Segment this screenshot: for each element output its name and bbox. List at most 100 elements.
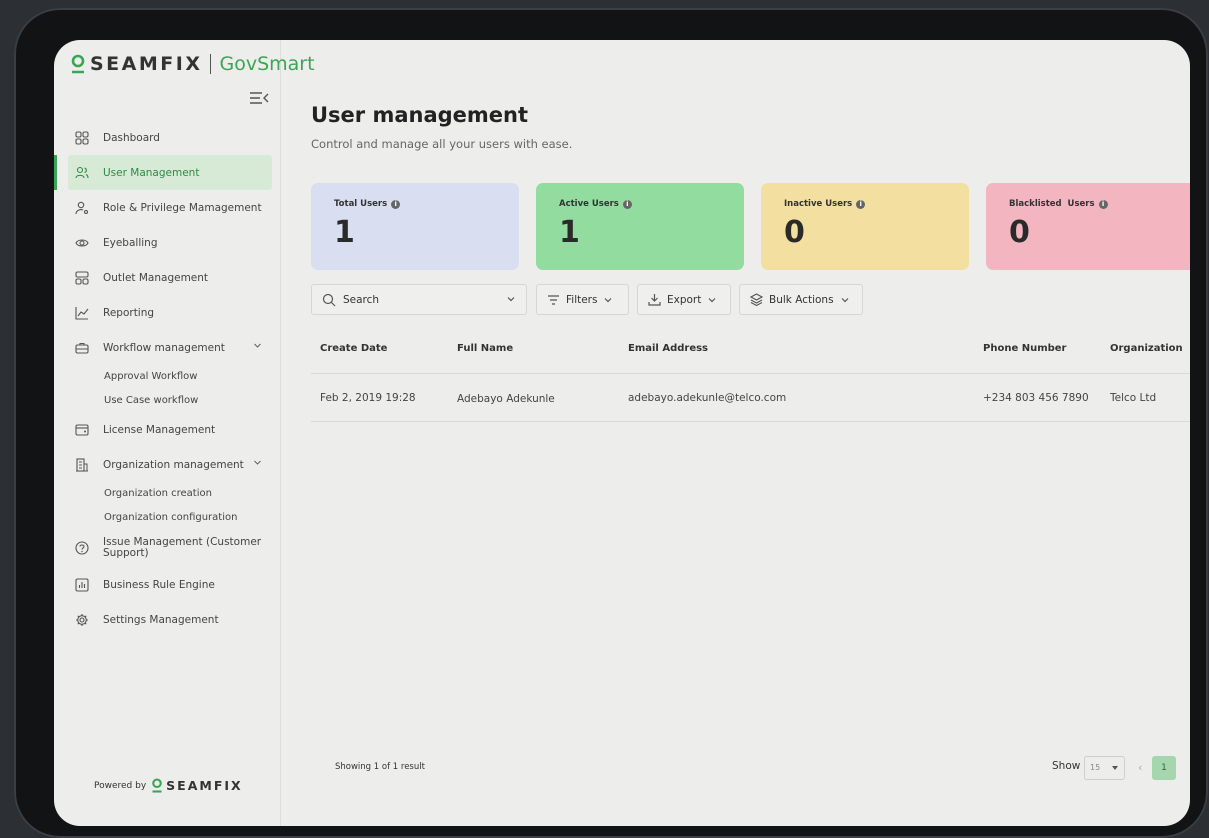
sidebar-subitem-organization-configuration[interactable]: Organization configuration xyxy=(56,506,280,530)
cell-email: adebayo.adekunle@telco.com xyxy=(628,392,787,404)
bulk-actions-button[interactable]: Bulk Actions xyxy=(739,284,863,315)
export-label: Export xyxy=(667,293,702,306)
sidebar-item-label: Role & Privilege Mamagement xyxy=(103,201,262,214)
sidebar-subitem-organization-creation[interactable]: Organization creation xyxy=(56,482,280,506)
sidebar-item-label: Settings Management xyxy=(103,613,219,626)
caret-down-icon xyxy=(1112,766,1118,770)
search-placeholder: Search xyxy=(343,293,380,306)
user-key-icon xyxy=(74,200,90,216)
column-header-phone[interactable]: Phone Number xyxy=(983,343,1066,354)
cell-create-date: Feb 2, 2019 19:28 xyxy=(320,392,416,404)
filter-icon xyxy=(548,294,559,305)
sidebar-item-role-privilege[interactable]: Role & Privilege Mamagement xyxy=(56,190,272,225)
table-row[interactable]: Feb 2, 2019 19:28 Adebayo Adekunle adeba… xyxy=(311,374,1190,422)
chart-line-icon xyxy=(74,305,90,321)
sidebar-item-label: Organization management xyxy=(103,458,244,471)
sidebar-item-organization-management[interactable]: Organization management xyxy=(56,447,272,482)
cell-phone: +234 803 456 7890 xyxy=(983,392,1089,404)
results-summary: Showing 1 of 1 result xyxy=(335,762,425,772)
search-icon xyxy=(322,293,336,306)
chevron-down-icon[interactable] xyxy=(253,458,262,467)
stat-card-total-users: Total Users i 1 xyxy=(311,183,519,270)
brand-logo: SEAMFIX GovSmart xyxy=(70,50,315,78)
export-button[interactable]: Export xyxy=(637,284,731,315)
page-subtitle: Control and manage all your users with e… xyxy=(311,137,573,151)
prev-page-button[interactable]: ‹ xyxy=(1138,761,1142,774)
column-header-organization[interactable]: Organization xyxy=(1110,343,1183,354)
grid-icon xyxy=(74,130,90,146)
sidebar-item-reporting[interactable]: Reporting xyxy=(56,295,272,330)
sidebar-item-eyeballing[interactable]: Eyeballing xyxy=(56,225,272,260)
filters-label: Filters xyxy=(566,293,598,306)
gear-icon xyxy=(74,612,90,628)
sidebar-item-settings-management[interactable]: Settings Management xyxy=(56,602,272,637)
sidebar-item-workflow-management[interactable]: Workflow management xyxy=(56,330,272,365)
powered-by: Powered by SEAMFIX xyxy=(94,778,243,793)
stat-label: Total Users xyxy=(334,199,388,209)
layers-icon xyxy=(750,293,763,306)
page-title: User management xyxy=(311,103,529,127)
stat-label: Blacklisted Users xyxy=(1009,199,1095,209)
info-icon[interactable]: i xyxy=(391,199,401,209)
sidebar-item-outlet-management[interactable]: Outlet Management xyxy=(56,260,272,295)
sidebar-item-label: Business Rule Engine xyxy=(103,578,215,591)
filters-button[interactable]: Filters xyxy=(536,284,629,315)
app-screen: SEAMFIX GovSmart Dashboard User Manageme… xyxy=(54,40,1190,826)
sidebar-nav: Dashboard User Management Role & Privile… xyxy=(54,120,280,637)
sidebar-item-label: Outlet Management xyxy=(103,271,209,284)
column-header-email[interactable]: Email Address xyxy=(628,343,708,354)
collapse-sidebar-icon[interactable] xyxy=(249,90,269,106)
chevron-down-icon xyxy=(708,297,716,302)
outlet-icon xyxy=(74,270,90,286)
cell-full-name: Adebayo Adekunle xyxy=(457,393,555,405)
sidebar-item-label: Dashboard xyxy=(103,131,160,144)
info-icon[interactable]: i xyxy=(856,199,866,209)
stat-value: 0 xyxy=(1009,215,1030,250)
briefcase-icon xyxy=(74,340,90,356)
column-header-create-date[interactable]: Create Date xyxy=(320,343,387,354)
chevron-down-icon[interactable] xyxy=(506,294,516,304)
main-content: User management Control and manage all y… xyxy=(281,40,1190,826)
sidebar: SEAMFIX GovSmart Dashboard User Manageme… xyxy=(54,40,315,826)
sidebar-item-license-management[interactable]: License Management xyxy=(56,412,272,447)
powered-by-brand: SEAMFIX xyxy=(166,778,243,793)
sidebar-item-business-rule-engine[interactable]: Business Rule Engine xyxy=(56,567,272,602)
sidebar-item-issue-management[interactable]: Issue Management (Customer Support) xyxy=(56,529,272,567)
sidebar-subitem-use-case-workflow[interactable]: Use Case workflow xyxy=(56,389,280,413)
stat-card-active-users: Active Users i 1 xyxy=(536,183,744,270)
stat-value: 1 xyxy=(559,215,580,250)
brand-divider xyxy=(210,54,212,74)
sidebar-item-label: License Management xyxy=(103,423,216,436)
stat-label: Inactive Users xyxy=(784,199,853,209)
stat-value: 1 xyxy=(334,215,355,250)
chevron-down-icon xyxy=(841,297,848,302)
stat-label: Active Users xyxy=(559,199,619,209)
sidebar-item-user-management[interactable]: User Management xyxy=(54,155,272,190)
stat-card-inactive-users: Inactive Users i 0 xyxy=(761,183,969,270)
column-header-full-name[interactable]: Full Name xyxy=(457,343,513,354)
info-icon[interactable]: i xyxy=(622,199,632,209)
sidebar-item-label: Workflow management xyxy=(103,341,225,354)
license-icon xyxy=(74,422,90,438)
chevron-down-icon xyxy=(605,297,612,302)
info-icon[interactable]: i xyxy=(1098,199,1108,209)
chevron-down-icon[interactable] xyxy=(253,341,262,350)
tablet-frame: SEAMFIX GovSmart Dashboard User Manageme… xyxy=(14,8,1208,838)
powered-by-label: Powered by xyxy=(94,780,147,791)
users-table: Create Date Full Name Email Address Phon… xyxy=(311,328,1190,422)
page-size-value: 15 xyxy=(1090,763,1101,772)
sidebar-item-dashboard[interactable]: Dashboard xyxy=(56,120,272,155)
location-pin-icon xyxy=(71,54,85,74)
cell-organization: Telco Ltd xyxy=(1110,392,1157,404)
bulk-actions-label: Bulk Actions xyxy=(769,293,834,306)
sidebar-item-label: Reporting xyxy=(103,306,155,319)
search-input[interactable]: Search xyxy=(311,284,527,315)
stat-value: 0 xyxy=(784,215,805,250)
sidebar-item-label: User Management xyxy=(103,166,200,179)
building-icon xyxy=(74,457,90,473)
page-number-current[interactable]: 1 xyxy=(1152,756,1176,780)
page-size-label: Show xyxy=(1052,760,1081,772)
page-size-select[interactable]: 15 xyxy=(1084,756,1125,780)
sidebar-subitem-approval-workflow[interactable]: Approval Workflow xyxy=(56,365,280,389)
help-circle-icon xyxy=(74,540,90,556)
